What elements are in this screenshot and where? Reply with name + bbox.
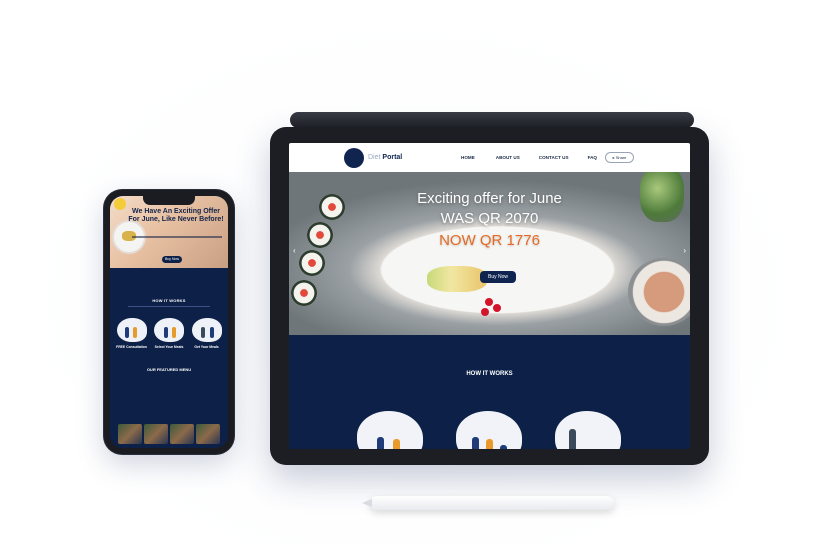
tablet-device: Diet Portal HOME ABOUT US CONTACT US FAQ… (270, 127, 709, 465)
nav-about-us[interactable]: ABOUT US (496, 155, 520, 160)
phone-featured-menu-title: OUR FEATURED MENU (146, 367, 192, 372)
featured-menu-thumbnails (118, 424, 220, 444)
select-meals-illustration (456, 411, 522, 449)
food-roll-image (427, 266, 487, 292)
mockup-stage: We Have An Exciting Offer For June, Like… (0, 0, 830, 544)
phone-hero-title: We Have An Exciting Offer For June, Like… (128, 208, 224, 223)
divider (128, 306, 210, 307)
nav-menu: HOME ABOUT US CONTACT US FAQ (461, 143, 597, 172)
phone-hero-subtitle (132, 236, 222, 238)
sushi-image (291, 280, 317, 306)
phone-how-it-works-title: HOW IT WORKS (152, 298, 186, 303)
phone-hero: We Have An Exciting Offer For June, Like… (110, 196, 228, 268)
brand-name[interactable]: Diet Portal (368, 154, 402, 161)
share-button[interactable]: ▸ Share (605, 152, 634, 163)
bowl-image (628, 258, 690, 326)
phone-screen: We Have An Exciting Offer For June, Like… (110, 196, 228, 448)
lemon-image (114, 198, 126, 210)
phone-buy-now-button[interactable]: Buy Now (162, 256, 182, 263)
consultation-illustration (116, 318, 147, 342)
carousel-prev-icon[interactable]: ‹ (293, 246, 296, 255)
sushi-image (299, 250, 325, 276)
hero-new-price: NOW QR 1776 (439, 232, 540, 249)
phone-step-select-meals: Select Your Meals (153, 318, 186, 351)
menu-thumbnail[interactable] (170, 424, 194, 444)
brand-prefix: Diet (368, 154, 381, 161)
nav-contact-us[interactable]: CONTACT US (539, 155, 569, 160)
buy-now-button[interactable]: Buy Now (480, 271, 516, 283)
step-title: FREE Consultation (116, 345, 147, 349)
carousel-next-icon[interactable]: › (683, 246, 686, 255)
logo-icon[interactable] (344, 147, 364, 168)
get-meals-illustration (191, 318, 222, 342)
nav-faq[interactable]: FAQ (588, 155, 597, 160)
top-navbar: Diet Portal HOME ABOUT US CONTACT US FAQ… (289, 143, 690, 172)
step-title: Select Your Meals (154, 345, 184, 349)
hero-headline: Exciting offer for June (417, 190, 562, 207)
menu-thumbnail[interactable] (196, 424, 220, 444)
get-meals-illustration (555, 411, 621, 449)
share-label: Share (615, 155, 627, 160)
berry-image (493, 304, 501, 312)
menu-thumbnail[interactable] (144, 424, 168, 444)
hero-old-price: WAS QR 2070 (440, 210, 539, 227)
phone-steps: FREE Consultation Select Your Meals Get … (110, 318, 228, 351)
berry-image (485, 298, 493, 306)
step-title: Get Your Meals (194, 345, 219, 349)
select-meals-illustration (154, 318, 184, 342)
phone-notch (143, 196, 195, 205)
stylus-pencil (362, 496, 614, 510)
tablet-screen: Diet Portal HOME ABOUT US CONTACT US FAQ… (289, 143, 690, 449)
brand-main: Portal (382, 154, 403, 161)
pencil-attached (290, 112, 694, 128)
menu-thumbnail[interactable] (118, 424, 142, 444)
phone-step-consultation: FREE Consultation (115, 318, 148, 351)
phone-device: We Have An Exciting Offer For June, Like… (104, 190, 234, 454)
hero-banner: Exciting offer for June WAS QR 2070 NOW … (289, 172, 690, 335)
how-it-works-title: HOW IT WORKS (466, 371, 513, 377)
nav-home[interactable]: HOME (461, 155, 475, 160)
phone-step-get-meals: Get Your Meals (190, 318, 223, 351)
consultation-illustration (357, 411, 423, 449)
berry-image (481, 308, 489, 316)
